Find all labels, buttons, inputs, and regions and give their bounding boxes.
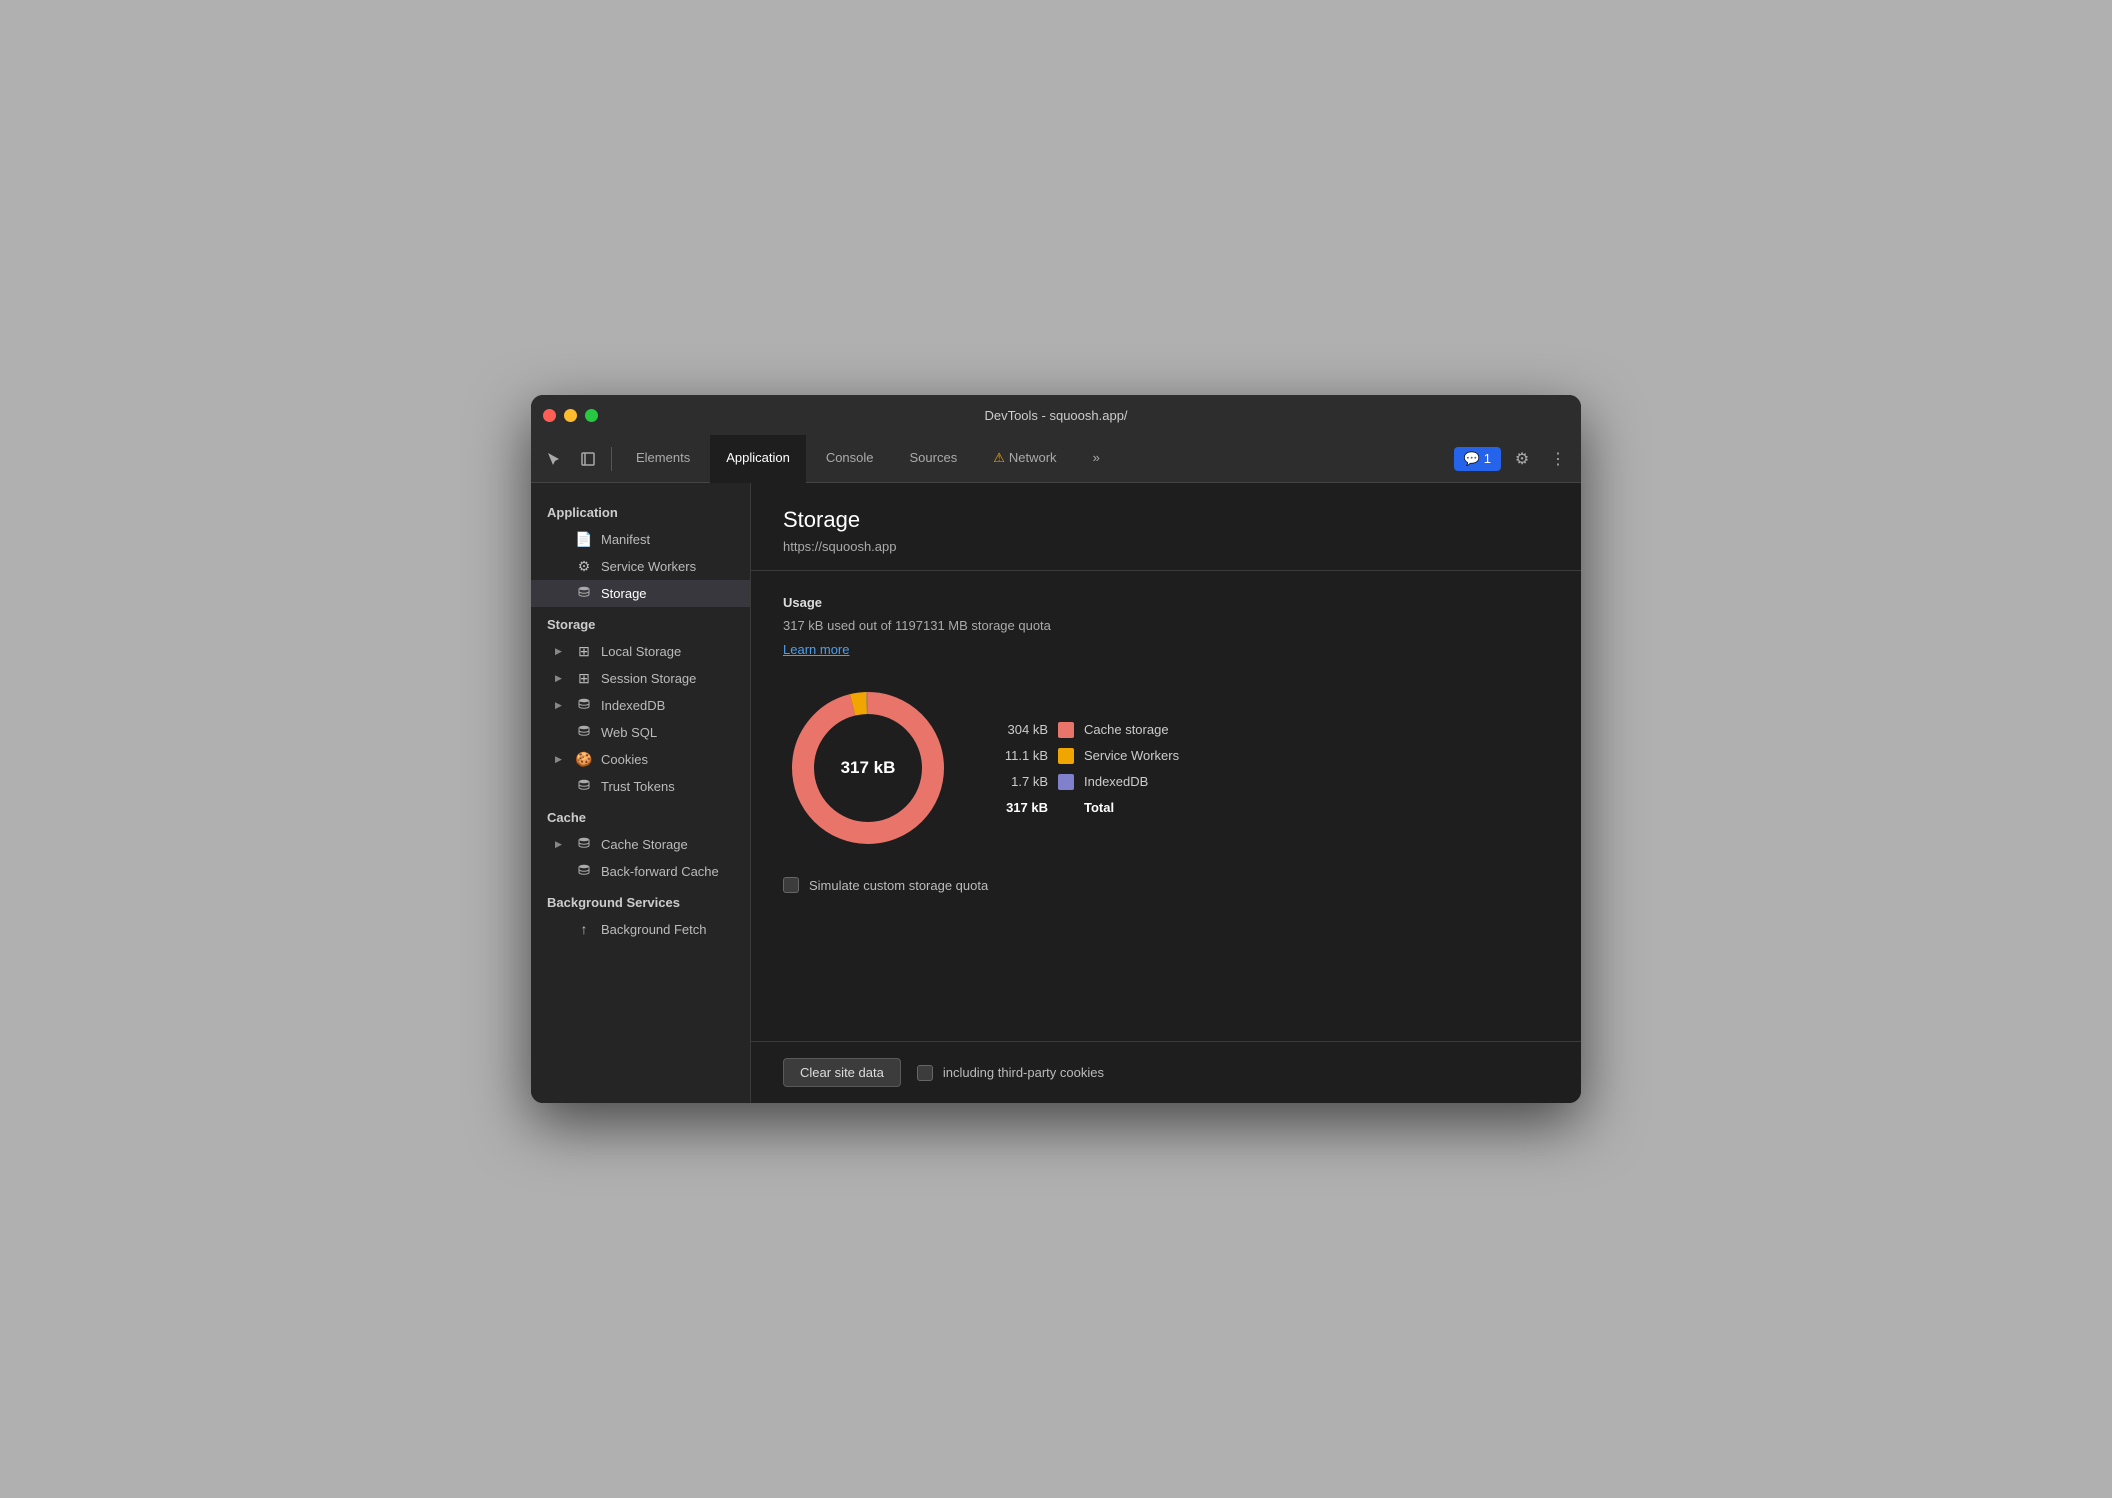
tab-network[interactable]: ⚠ Network bbox=[977, 435, 1072, 483]
clear-site-data-button[interactable]: Clear site data bbox=[783, 1058, 901, 1087]
simulate-row: Simulate custom storage quota bbox=[783, 877, 1549, 893]
traffic-lights bbox=[543, 409, 598, 422]
panel-body: Usage 317 kB used out of 1197131 MB stor… bbox=[751, 571, 1581, 1041]
cookie-label: including third-party cookies bbox=[943, 1065, 1104, 1080]
simulate-checkbox[interactable] bbox=[783, 877, 799, 893]
arrow-icon: ▶ bbox=[555, 673, 565, 684]
toolbar-divider bbox=[611, 447, 612, 471]
cache-color bbox=[1058, 722, 1074, 738]
sidebar-item-trust-tokens[interactable]: Trust Tokens bbox=[531, 773, 750, 800]
sidebar: Application 📄 Manifest ⚙ Service Workers… bbox=[531, 483, 751, 1103]
warning-icon: ⚠ bbox=[993, 450, 1005, 466]
devtools-window: DevTools - squoosh.app/ Elements Applica… bbox=[531, 395, 1581, 1103]
legend-item-indexeddb: 1.7 kB IndexedDB bbox=[993, 774, 1179, 790]
section-application: Application bbox=[531, 495, 750, 526]
donut-center-label: 317 kB bbox=[841, 758, 896, 778]
maximize-button[interactable] bbox=[585, 409, 598, 422]
panel-header: Storage https://squoosh.app bbox=[751, 483, 1581, 571]
cache-label: Cache storage bbox=[1084, 722, 1169, 737]
cache-value: 304 kB bbox=[993, 722, 1048, 737]
section-storage: Storage bbox=[531, 607, 750, 638]
session-storage-icon: ⊞ bbox=[575, 670, 593, 687]
section-cache: Cache bbox=[531, 800, 750, 831]
usage-section: Usage 317 kB used out of 1197131 MB stor… bbox=[783, 595, 1549, 659]
tab-console[interactable]: Console bbox=[810, 435, 890, 483]
sidebar-item-storage[interactable]: Storage bbox=[531, 580, 750, 607]
web-sql-icon bbox=[575, 724, 593, 741]
tab-application[interactable]: Application bbox=[710, 435, 806, 483]
indexeddb-label: IndexedDB bbox=[1084, 774, 1148, 789]
indexeddb-icon bbox=[575, 697, 593, 714]
sidebar-item-cache-storage[interactable]: ▶ Cache Storage bbox=[531, 831, 750, 858]
cookie-row: including third-party cookies bbox=[917, 1065, 1104, 1081]
workers-value: 11.1 kB bbox=[993, 748, 1048, 763]
panel-url: https://squoosh.app bbox=[783, 539, 1549, 554]
learn-more-link[interactable]: Learn more bbox=[783, 642, 849, 657]
settings-icon[interactable]: ⚙ bbox=[1507, 444, 1537, 474]
total-label: Total bbox=[1084, 800, 1114, 815]
background-fetch-icon: ↑ bbox=[575, 921, 593, 937]
sidebar-item-service-workers[interactable]: ⚙ Service Workers bbox=[531, 553, 750, 580]
indexeddb-value: 1.7 kB bbox=[993, 774, 1048, 789]
donut-chart: 317 kB bbox=[783, 683, 953, 853]
back-forward-cache-icon bbox=[575, 863, 593, 880]
panel-footer: Clear site data including third-party co… bbox=[751, 1041, 1581, 1103]
arrow-icon: ▶ bbox=[555, 646, 565, 657]
window-title: DevTools - squoosh.app/ bbox=[984, 408, 1127, 423]
more-options-icon[interactable]: ⋮ bbox=[1543, 444, 1573, 474]
panel-title: Storage bbox=[783, 507, 1549, 533]
titlebar: DevTools - squoosh.app/ bbox=[531, 395, 1581, 435]
service-workers-icon: ⚙ bbox=[575, 558, 593, 575]
sidebar-item-cookies[interactable]: ▶ 🍪 Cookies bbox=[531, 746, 750, 773]
workers-label: Service Workers bbox=[1084, 748, 1179, 763]
messages-badge[interactable]: 💬 1 bbox=[1454, 447, 1501, 471]
legend-item-workers: 11.1 kB Service Workers bbox=[993, 748, 1179, 764]
section-background-services: Background Services bbox=[531, 885, 750, 916]
storage-icon bbox=[575, 585, 593, 602]
sidebar-item-background-fetch[interactable]: ↑ Background Fetch bbox=[531, 916, 750, 942]
close-button[interactable] bbox=[543, 409, 556, 422]
trust-tokens-icon bbox=[575, 778, 593, 795]
minimize-button[interactable] bbox=[564, 409, 577, 422]
local-storage-icon: ⊞ bbox=[575, 643, 593, 660]
workers-color bbox=[1058, 748, 1074, 764]
sidebar-item-local-storage[interactable]: ▶ ⊞ Local Storage bbox=[531, 638, 750, 665]
arrow-icon: ▶ bbox=[555, 754, 565, 765]
simulate-label: Simulate custom storage quota bbox=[809, 878, 988, 893]
usage-text: 317 kB used out of 1197131 MB storage qu… bbox=[783, 618, 1549, 633]
main-content: Application 📄 Manifest ⚙ Service Workers… bbox=[531, 483, 1581, 1103]
manifest-icon: 📄 bbox=[575, 531, 593, 548]
inspect-icon[interactable] bbox=[573, 444, 603, 474]
sidebar-item-session-storage[interactable]: ▶ ⊞ Session Storage bbox=[531, 665, 750, 692]
legend-item-cache: 304 kB Cache storage bbox=[993, 722, 1179, 738]
tab-elements[interactable]: Elements bbox=[620, 435, 706, 483]
sidebar-item-manifest[interactable]: 📄 Manifest bbox=[531, 526, 750, 553]
indexeddb-color bbox=[1058, 774, 1074, 790]
usage-label: Usage bbox=[783, 595, 1549, 610]
chart-legend: 304 kB Cache storage 11.1 kB Service Wor… bbox=[993, 722, 1179, 815]
cookies-icon: 🍪 bbox=[575, 751, 593, 768]
chart-section: 317 kB 304 kB Cache storage 11.1 kB Serv… bbox=[783, 683, 1549, 853]
tab-sources[interactable]: Sources bbox=[894, 435, 974, 483]
total-value: 317 kB bbox=[993, 800, 1048, 815]
main-panel: Storage https://squoosh.app Usage 317 kB… bbox=[751, 483, 1581, 1103]
sidebar-item-indexeddb[interactable]: ▶ IndexedDB bbox=[531, 692, 750, 719]
legend-item-total: 317 kB Total bbox=[993, 800, 1179, 815]
toolbar: Elements Application Console Sources ⚠ N… bbox=[531, 435, 1581, 483]
sidebar-item-back-forward-cache[interactable]: Back-forward Cache bbox=[531, 858, 750, 885]
arrow-icon: ▶ bbox=[555, 700, 565, 711]
tab-more[interactable]: » bbox=[1077, 435, 1116, 483]
cursor-icon[interactable] bbox=[539, 444, 569, 474]
toolbar-right: 💬 1 ⚙ ⋮ bbox=[1454, 444, 1573, 474]
sidebar-item-web-sql[interactable]: Web SQL bbox=[531, 719, 750, 746]
arrow-icon: ▶ bbox=[555, 839, 565, 850]
cache-storage-icon bbox=[575, 836, 593, 853]
third-party-cookies-checkbox[interactable] bbox=[917, 1065, 933, 1081]
